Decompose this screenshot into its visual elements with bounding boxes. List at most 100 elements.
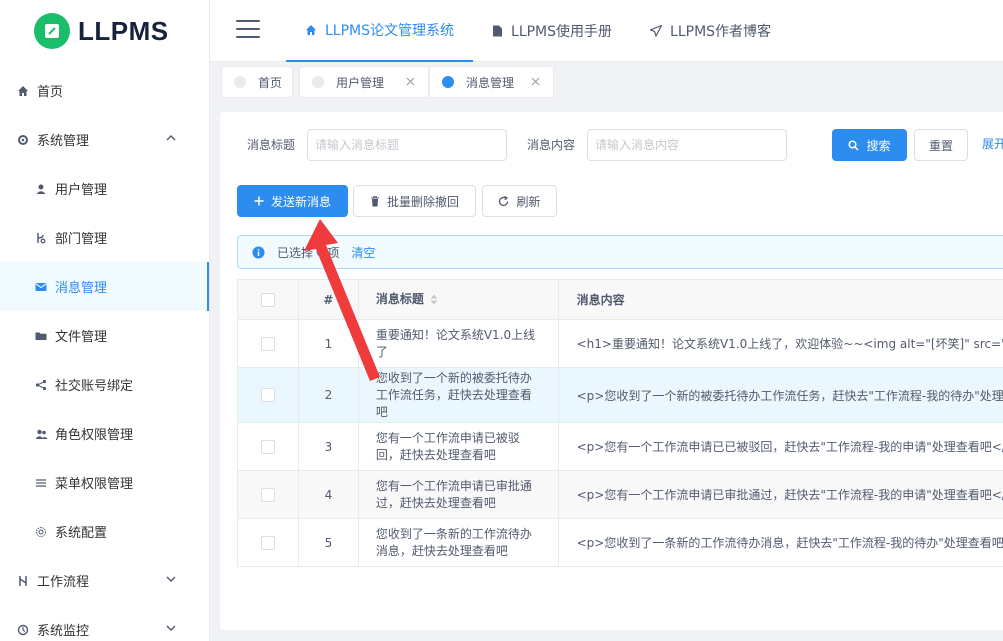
top-nav-item-system[interactable]: LLPMS论文管理系统	[286, 0, 474, 62]
row-checkbox-cell	[238, 471, 299, 518]
sidebar-item-system-management[interactable]: 系统管理	[0, 115, 209, 164]
logo[interactable]: LLPMS	[0, 0, 209, 62]
sort-icon[interactable]	[430, 294, 438, 305]
document-icon	[493, 25, 503, 37]
row-checkbox[interactable]	[260, 388, 275, 402]
row-content: <p>您收到了一个新的被委托待办工作流任务，赶快去"工作流程-我的待办"处理查看	[576, 388, 1003, 403]
header-title[interactable]: 消息标题	[359, 280, 559, 319]
message-table: # 消息标题 消息内容 1 重要通知！论文系统V1.0上线了 <h1>重要通知！…	[237, 279, 1003, 567]
clear-selection-link[interactable]: 清空	[351, 244, 375, 261]
table-row[interactable]: 4 您有一个工作流申请已审批通过，赶快去处理查看吧 <p>您有一个工作流申请已审…	[238, 471, 1003, 519]
sidebar: LLPMS 首页 系统管理 用户管理 部门管理 消息管理 文件管理 社交账号绑定…	[0, 0, 210, 641]
department-icon	[34, 231, 48, 245]
row-checkbox-cell	[238, 320, 299, 367]
reset-button[interactable]: 重置	[914, 129, 968, 161]
sidebar-item-workflow[interactable]: 工作流程	[0, 556, 209, 605]
table-row[interactable]: 5 您收到了一条新的工作流待办消息，赶快去处理查看吧 <p>您收到了一条新的工作…	[238, 519, 1003, 567]
folder-icon	[34, 329, 48, 343]
expand-link[interactable]: 展开	[982, 135, 1003, 152]
tab-label: 首页	[258, 75, 283, 90]
top-header: LLPMS论文管理系统 LLPMS使用手册 LLPMS作者博客	[210, 0, 1003, 62]
sidebar-item-label: 角色权限管理	[55, 428, 134, 443]
selection-suffix: 项	[327, 245, 340, 260]
row-checkbox[interactable]	[260, 535, 275, 550]
row-num: 3	[299, 423, 359, 470]
top-nav-item-manual[interactable]: LLPMS使用手册	[473, 0, 631, 62]
header-num: #	[299, 280, 359, 319]
mail-icon	[34, 280, 48, 294]
close-icon[interactable]	[530, 76, 541, 87]
share-icon	[34, 378, 48, 392]
send-new-message-button[interactable]: 发送新消息	[237, 185, 348, 217]
row-checkbox-cell	[238, 368, 299, 422]
hamburger-menu-icon[interactable]	[236, 20, 260, 40]
row-num: 5	[299, 519, 359, 566]
reset-button-label: 重置	[928, 138, 953, 153]
title-search-label: 消息标题	[247, 138, 296, 152]
workflow-icon	[16, 574, 30, 588]
home-icon	[306, 25, 316, 35]
refresh-button[interactable]: 刷新	[482, 185, 557, 217]
sidebar-item-system-monitor[interactable]: 系统监控	[0, 605, 209, 641]
top-nav: LLPMS论文管理系统 LLPMS使用手册 LLPMS作者博客	[286, 0, 790, 62]
monitor-icon	[16, 623, 30, 637]
close-icon[interactable]	[405, 76, 416, 87]
tab-user-management[interactable]: 用户管理	[299, 66, 429, 98]
sidebar-item-menu-permission[interactable]: 菜单权限管理	[0, 458, 209, 507]
trash-icon	[370, 195, 379, 206]
search-button[interactable]: 搜索	[832, 129, 907, 161]
chevron-down-icon	[166, 625, 176, 631]
row-checkbox[interactable]	[260, 487, 275, 502]
sidebar-item-label: 系统管理	[37, 134, 90, 149]
gear-icon	[16, 133, 30, 147]
batch-delete-button[interactable]: 批量删除撤回	[353, 185, 476, 217]
sidebar-item-home[interactable]: 首页	[0, 66, 209, 115]
content-search-input[interactable]	[587, 129, 787, 161]
sidebar-item-system-config[interactable]: 系统配置	[0, 507, 209, 556]
row-title: 重要通知！论文系统V1.0上线了	[359, 320, 559, 367]
sidebar-item-department-management[interactable]: 部门管理	[0, 213, 209, 262]
row-title: 您收到了一条新的工作流待办消息，赶快去处理查看吧	[359, 519, 559, 566]
plus-icon	[254, 196, 264, 206]
title-search-input[interactable]	[307, 129, 507, 161]
page-tabs: 首页 用户管理 消息管理	[210, 62, 1003, 102]
table-row[interactable]: 1 重要通知！论文系统V1.0上线了 <h1>重要通知！论文系统V1.0上线了，…	[238, 320, 1003, 368]
top-nav-label: LLPMS使用手册	[511, 24, 613, 40]
menu-icon	[34, 476, 48, 490]
row-checkbox-cell	[238, 519, 299, 566]
row-checkbox[interactable]	[260, 336, 275, 351]
row-content: <p>您有一个工作流申请已审批通过，赶快去"工作流程-我的申请"处理查看吧</p…	[576, 488, 1003, 502]
sidebar-item-label: 部门管理	[55, 232, 108, 247]
content-card: 消息标题 消息内容 搜索 重置 展开 发送新消息 批量删除撤回 刷新 已选择 0…	[220, 112, 1003, 630]
sidebar-item-label: 菜单权限管理	[55, 477, 134, 492]
search-icon	[848, 139, 860, 151]
selection-prefix: 已选择	[277, 245, 314, 260]
chevron-up-icon	[166, 135, 176, 141]
tab-home[interactable]: 首页	[221, 66, 293, 98]
row-content: <p>您收到了一条新的工作流待办消息，赶快去"工作流程-我的待办"处理查看吧</	[576, 536, 1003, 550]
row-num: 1	[299, 320, 359, 367]
tab-message-management[interactable]: 消息管理	[429, 66, 554, 98]
row-checkbox[interactable]	[260, 439, 275, 454]
tab-status-dot	[312, 76, 324, 88]
logo-badge-icon	[34, 13, 70, 49]
top-nav-item-blog[interactable]: LLPMS作者博客	[631, 0, 790, 62]
select-all-checkbox[interactable]	[260, 292, 275, 307]
send-icon	[650, 25, 663, 37]
sidebar-item-social-account-binding[interactable]: 社交账号绑定	[0, 360, 209, 409]
sidebar-item-role-permission[interactable]: 角色权限管理	[0, 409, 209, 458]
content-search-label: 消息内容	[527, 138, 576, 152]
sidebar-item-user-management[interactable]: 用户管理	[0, 164, 209, 213]
people-icon	[34, 427, 48, 441]
sidebar-item-file-management[interactable]: 文件管理	[0, 311, 209, 360]
row-num: 2	[299, 368, 359, 422]
sidebar-item-label: 社交账号绑定	[55, 379, 134, 394]
table-row[interactable]: 2 您收到了一个新的被委托待办工作流任务，赶快去处理查看吧 <p>您收到了一个新…	[238, 368, 1003, 423]
sidebar-item-message-management[interactable]: 消息管理	[0, 262, 209, 311]
refresh-button-label: 刷新	[516, 194, 541, 209]
table-row[interactable]: 3 您有一个工作流申请已被驳回，赶快去处理查看吧 <p>您有一个工作流申请已已被…	[238, 423, 1003, 471]
row-content: <h1>重要通知！论文系统V1.0上线了，欢迎体验~~<img alt="[坏笑…	[576, 337, 1003, 351]
table-header-row: # 消息标题 消息内容	[238, 280, 1003, 320]
row-checkbox-cell	[238, 423, 299, 470]
settings-icon	[34, 525, 48, 539]
